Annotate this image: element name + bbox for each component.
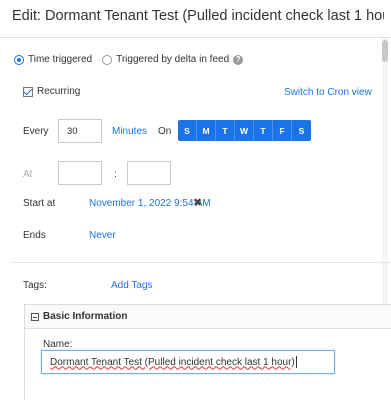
day-sunday-toggle[interactable]: S (178, 120, 197, 141)
add-tags-link[interactable]: Add Tags (111, 280, 153, 291)
switch-to-cron-link[interactable]: Switch to Cron view (284, 87, 372, 98)
basic-information-title: Basic Information (43, 311, 128, 322)
on-label: On (158, 126, 172, 137)
day-friday-toggle[interactable]: F (273, 120, 292, 141)
day-saturday-toggle[interactable]: S (292, 120, 311, 141)
name-input[interactable]: Dormant Tenant Test (Pulled incident che… (41, 350, 335, 374)
day-thursday-toggle[interactable]: T (254, 120, 273, 141)
basic-information-header[interactable]: Basic Information (25, 305, 391, 329)
every-interval-input[interactable]: 30 (58, 119, 102, 143)
dialog-title: Edit: Dormant Tenant Test (Pulled incide… (12, 8, 384, 24)
text-caret (295, 356, 297, 368)
minus-square-icon[interactable] (31, 313, 39, 321)
interval-unit-dropdown[interactable]: Minutes (112, 126, 147, 137)
every-label: Every (23, 126, 49, 137)
close-icon[interactable]: ✖ (193, 196, 202, 209)
tags-label: Tags: (23, 280, 47, 291)
at-minute-input[interactable] (127, 161, 171, 185)
recurring-checkbox[interactable] (23, 86, 33, 97)
time-triggered-radio[interactable] (14, 54, 24, 65)
at-label: At (23, 169, 33, 180)
trigger-type-group: Time triggered Triggered by delta in fee… (14, 54, 244, 65)
basic-information-panel: Basic Information Name: Dormant Tenant T… (24, 304, 391, 400)
dialog-title-bar: Edit: Dormant Tenant Test (Pulled incide… (0, 0, 391, 38)
question-icon[interactable]: ? (233, 54, 244, 65)
time-separator: : (114, 169, 117, 180)
scrollbar-thumb[interactable] (382, 40, 388, 62)
delta-triggered-label[interactable]: Triggered by delta in feed (116, 54, 229, 65)
name-label: Name: (43, 339, 73, 350)
time-triggered-label[interactable]: Time triggered (28, 54, 92, 65)
day-tuesday-toggle[interactable]: T (216, 120, 235, 141)
name-input-value: Dormant Tenant Test (Pulled incident che… (50, 356, 295, 368)
section-divider (12, 262, 391, 263)
day-wednesday-toggle[interactable]: W (235, 120, 254, 141)
delta-triggered-radio[interactable] (102, 54, 113, 65)
recurring-row: Recurring (23, 86, 80, 97)
day-monday-toggle[interactable]: M (197, 120, 216, 141)
ends-dropdown[interactable]: Never (89, 230, 116, 241)
start-at-label: Start at (23, 198, 56, 209)
weekday-selector: S M T W T F S (178, 120, 311, 141)
recurring-label[interactable]: Recurring (37, 86, 80, 97)
ends-label: Ends (23, 230, 46, 241)
at-hour-input[interactable] (58, 161, 102, 185)
